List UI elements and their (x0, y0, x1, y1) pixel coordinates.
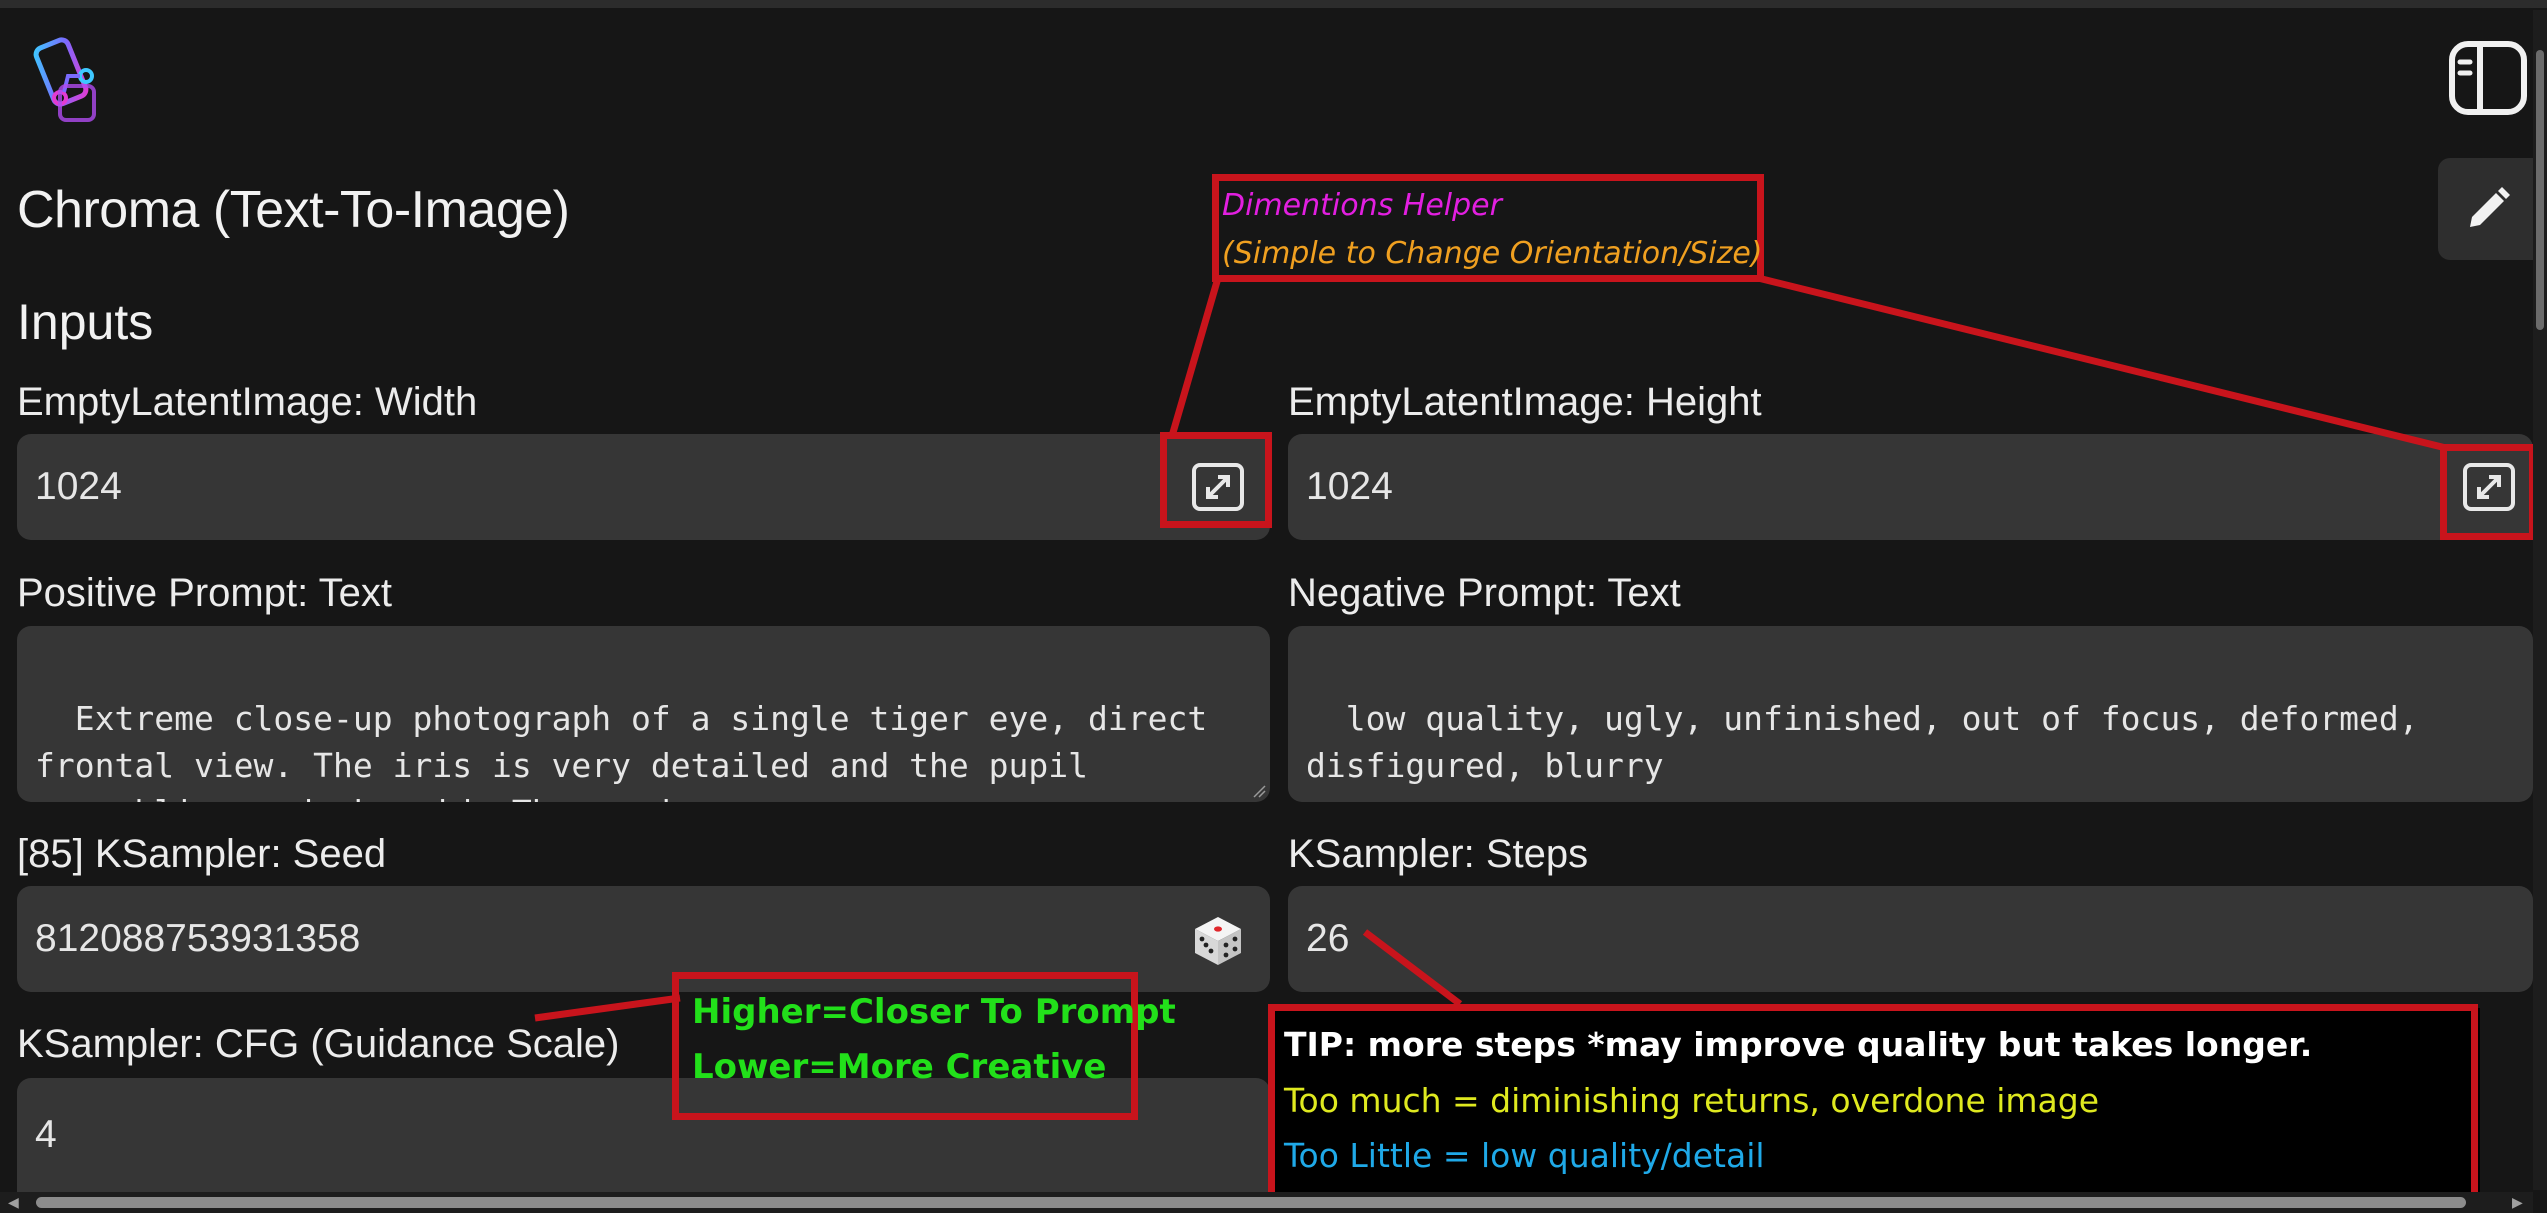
window-top-bar (0, 0, 2547, 8)
sidebar-panel-icon[interactable] (2448, 40, 2528, 116)
seed-value: 812088753931358 (35, 917, 361, 960)
page-title: Chroma (Text-To-Image) (17, 181, 570, 239)
height-value: 1024 (1306, 465, 1393, 508)
pencil-icon (2470, 187, 2510, 227)
positive-prompt-value: Extreme close-up photograph of a single … (35, 699, 1208, 802)
dice-icon (1195, 917, 1241, 965)
steps-label: KSampler: Steps (1288, 832, 1589, 876)
phone-nodes-logo-icon (30, 36, 112, 126)
negative-prompt-textarea[interactable]: low quality, ugly, unfinished, out of fo… (1288, 626, 2533, 802)
scroll-right-icon[interactable]: ▶ (2512, 1194, 2523, 1211)
width-label: EmptyLatentImage: Width (17, 380, 478, 424)
cfg-label: KSampler: CFG (Guidance Scale) (17, 1022, 620, 1066)
resize-grip-icon[interactable] (1252, 784, 1266, 798)
height-input[interactable]: 1024 (1288, 434, 2533, 540)
cfg-hint-lower: Lower=More Creative (692, 1047, 1107, 1087)
randomize-seed-button[interactable] (1186, 908, 1250, 972)
steps-tip-too-little: Too Little = low quality/detail (1284, 1136, 1765, 1175)
vertical-scrollbar[interactable] (2533, 10, 2547, 1190)
positive-prompt-label: Positive Prompt: Text (17, 571, 392, 615)
positive-prompt-textarea[interactable]: Extreme close-up photograph of a single … (17, 626, 1270, 802)
cfg-value: 4 (35, 1113, 57, 1156)
dimensions-helper-subtitle: (Simple to Change Orientation/Size) (1222, 236, 1763, 271)
width-expand-highlight (1160, 432, 1272, 528)
dimensions-helper-title: Dimentions Helper (1222, 188, 1502, 223)
negative-prompt-value: low quality, ugly, unfinished, out of fo… (1306, 699, 2439, 785)
section-title-inputs: Inputs (17, 294, 154, 350)
width-input[interactable]: 1024 (17, 434, 1270, 540)
steps-tip-heading: TIP: more steps *may improve quality but… (1284, 1025, 2313, 1064)
vertical-scrollbar-thumb[interactable] (2536, 50, 2544, 330)
seed-label: [85] KSampler: Seed (17, 832, 387, 876)
scroll-left-icon[interactable]: ◀ (8, 1194, 19, 1211)
steps-input[interactable]: 26 (1288, 886, 2533, 992)
height-expand-highlight (2440, 444, 2536, 540)
horizontal-scrollbar[interactable]: ◀ ▶ (0, 1192, 2533, 1213)
negative-prompt-label: Negative Prompt: Text (1288, 571, 1681, 615)
cfg-hint-higher: Higher=Closer To Prompt (692, 992, 1176, 1032)
edit-button[interactable] (2438, 158, 2538, 260)
horizontal-scrollbar-thumb[interactable] (36, 1197, 2466, 1208)
steps-value: 26 (1306, 917, 1350, 960)
width-value: 1024 (35, 465, 122, 508)
height-label: EmptyLatentImage: Height (1288, 380, 1762, 424)
steps-tip-too-much: Too much = diminishing returns, overdone… (1284, 1081, 2100, 1120)
